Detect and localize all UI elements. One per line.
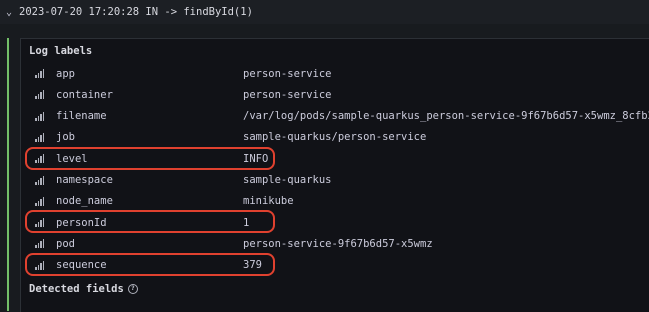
label-value: 1 bbox=[243, 216, 250, 229]
label-value: sample-quarkus bbox=[243, 174, 332, 186]
label-row-filename[interactable]: filename/var/log/pods/sample-quarkus_per… bbox=[21, 106, 649, 127]
label-value: person-service bbox=[243, 67, 332, 80]
label-key: node_name bbox=[56, 195, 113, 208]
label-key: pod bbox=[56, 237, 75, 250]
chevron-down-icon[interactable]: ⌄ bbox=[6, 7, 16, 18]
info-icon[interactable]: ? bbox=[127, 284, 138, 294]
label-row-app[interactable]: app person-service bbox=[21, 63, 649, 84]
label-row-job[interactable]: job sample-quarkus/person-service bbox=[21, 127, 649, 148]
label-value: minikube bbox=[243, 195, 294, 208]
bar-chart-icon[interactable] bbox=[35, 196, 44, 206]
label-value: INFO bbox=[243, 152, 269, 165]
label-value: /var/log/pods/sample-quarkus_person-serv… bbox=[243, 110, 649, 123]
label-key: container bbox=[56, 88, 113, 101]
bar-chart-icon[interactable] bbox=[35, 239, 44, 249]
label-key: personId bbox=[56, 216, 107, 229]
label-key: app bbox=[56, 67, 75, 80]
label-key: namespace bbox=[56, 174, 113, 186]
label-row-sequence[interactable]: sequence 379 bbox=[21, 255, 649, 276]
log-labels-title: Log labels bbox=[29, 45, 93, 57]
label-value: person-service bbox=[243, 88, 332, 101]
label-value: 379 bbox=[243, 259, 262, 272]
label-key: sequence bbox=[56, 259, 107, 272]
label-value: sample-quarkus/person-service bbox=[243, 131, 427, 144]
log-row-header[interactable]: ⌄ 2023-07-20 17:20:28 IN -> findById(1) bbox=[0, 0, 649, 24]
log-level-indicator bbox=[7, 38, 9, 311]
label-row-namespace[interactable]: namespace sample-quarkus bbox=[21, 170, 649, 191]
detected-fields-label: Detected fields bbox=[29, 283, 124, 295]
label-row-personid[interactable]: personId 1 bbox=[21, 212, 649, 233]
label-key: filename bbox=[56, 110, 107, 123]
label-row-pod[interactable]: pod person-service-9f67b6d57-x5wmz bbox=[21, 233, 649, 254]
bar-chart-icon[interactable] bbox=[35, 132, 44, 142]
bar-chart-icon[interactable] bbox=[35, 175, 44, 185]
label-key: job bbox=[56, 131, 75, 144]
bar-chart-icon[interactable] bbox=[35, 90, 44, 100]
bar-chart-icon[interactable] bbox=[35, 69, 44, 78]
detected-fields-title: Detected fields? bbox=[29, 283, 138, 295]
label-row-node-name[interactable]: node_name minikube bbox=[21, 191, 649, 212]
label-row-container[interactable]: container person-service bbox=[21, 84, 649, 105]
label-key: level bbox=[56, 152, 88, 165]
bar-chart-icon[interactable] bbox=[35, 260, 44, 270]
bar-chart-icon[interactable] bbox=[35, 111, 44, 121]
log-details-panel: Log labels app person-service container per… bbox=[20, 38, 649, 312]
label-value: person-service-9f67b6d57-x5wmz bbox=[243, 237, 433, 250]
bar-chart-icon[interactable] bbox=[35, 154, 44, 164]
log-line-text: 2023-07-20 17:20:28 IN -> findById(1) bbox=[19, 6, 253, 18]
bar-chart-icon[interactable] bbox=[35, 218, 44, 228]
label-row-level[interactable]: level INFO bbox=[21, 148, 649, 169]
